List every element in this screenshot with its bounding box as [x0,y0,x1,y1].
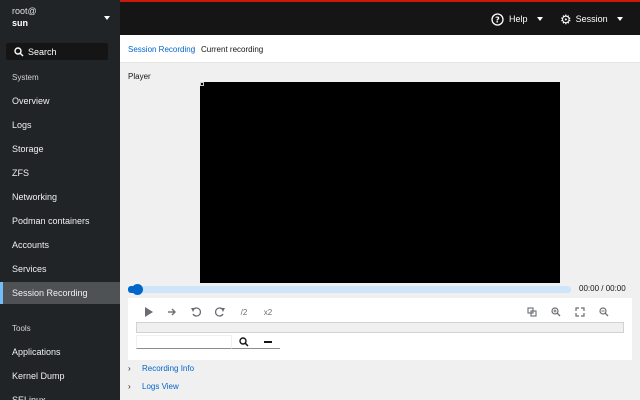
sidebar-item-overview[interactable]: Overview [0,90,120,112]
top-bar: ? Help ⚙ Session [120,0,640,35]
sidebar-item-storage[interactable]: Storage [0,138,120,160]
gear-icon: ⚙ [560,11,572,27]
zoom-in-icon [551,307,561,317]
sidebar-item-applications[interactable]: Applications [0,341,120,363]
zoom-out-icon [599,307,609,317]
skip-button[interactable] [524,306,540,318]
sidebar-item-selinux[interactable]: SELinux [0,389,120,400]
logs-view-toggle[interactable]: › Logs View [128,379,179,393]
help-icon: ? [491,12,504,26]
speed-up-button[interactable]: x2 [260,306,276,318]
sidebar-item-networking[interactable]: Networking [0,186,120,208]
search-icon [239,336,249,347]
search-input[interactable] [136,335,232,349]
search-label: Search [28,47,57,57]
redo-icon [215,307,225,317]
time-display: 00:00 / 00:00 [579,284,626,293]
recording-info-label: Recording Info [142,363,195,373]
sidebar-item-podman[interactable]: Podman containers [0,210,120,232]
step-forward-button[interactable] [164,306,180,318]
sidebar-item-services[interactable]: Services [0,258,120,280]
section-tools: Tools [12,324,31,333]
host-name: sun [12,18,29,28]
chevron-right-icon: › [128,381,131,391]
breadcrumb-separator-icon: › [193,45,196,52]
undo-icon [191,307,201,317]
caret-down-icon [104,16,110,20]
help-menu[interactable]: ? Help [491,11,543,27]
sidebar-item-kernel-dump[interactable]: Kernel Dump [0,365,120,387]
progress-slider[interactable] [128,286,571,293]
svg-text:?: ? [495,15,500,24]
session-menu[interactable]: ⚙ Session [560,11,623,27]
sidebar-item-logs[interactable]: Logs [0,114,120,136]
chevron-right-icon: › [128,363,131,373]
host-user: root@ [12,6,37,16]
arrow-right-icon [168,308,176,316]
play-button[interactable] [140,306,156,318]
search-button[interactable]: Search [6,43,108,60]
restart-button[interactable] [188,306,204,318]
caret-down-icon [616,17,623,21]
player-title: Player [128,72,151,81]
sidebar-item-zfs[interactable]: ZFS [0,162,120,184]
help-label: Help [509,14,528,24]
terminal-input-bar[interactable] [136,322,624,333]
fast-forward-button[interactable] [212,306,228,318]
speed-down-button[interactable]: /2 [236,306,252,318]
minus-icon [264,340,272,343]
zoom-out-button[interactable] [596,306,612,318]
sidebar: root@ sun Search System Overview Logs St… [0,0,120,400]
caret-down-icon [536,17,543,21]
session-label: Session [575,14,608,24]
fit-to-screen-button[interactable] [572,306,588,318]
breadcrumb-link[interactable]: Session Recording [128,45,195,54]
logs-view-label: Logs View [142,381,179,391]
search-icon [14,47,24,57]
terminal-screen[interactable] [200,82,560,283]
expand-icon [575,307,585,317]
breadcrumb: Session Recording › Current recording [120,35,640,63]
clear-search-button[interactable] [256,335,280,349]
section-system: System [12,73,39,82]
sidebar-item-accounts[interactable]: Accounts [0,234,120,256]
recording-info-toggle[interactable]: › Recording Info [128,361,194,375]
sidebar-item-session-recording[interactable]: Session Recording [0,282,120,304]
search-submit-button[interactable] [232,335,256,349]
player-controls: /2 x2 [128,298,632,360]
progress-handle[interactable] [132,284,143,295]
play-icon [144,307,153,317]
breadcrumb-current: Current recording [201,45,264,54]
cursor-icon [200,82,204,86]
link-icon [527,307,537,317]
host-switcher[interactable]: root@ sun [12,6,116,32]
zoom-in-button[interactable] [548,306,564,318]
